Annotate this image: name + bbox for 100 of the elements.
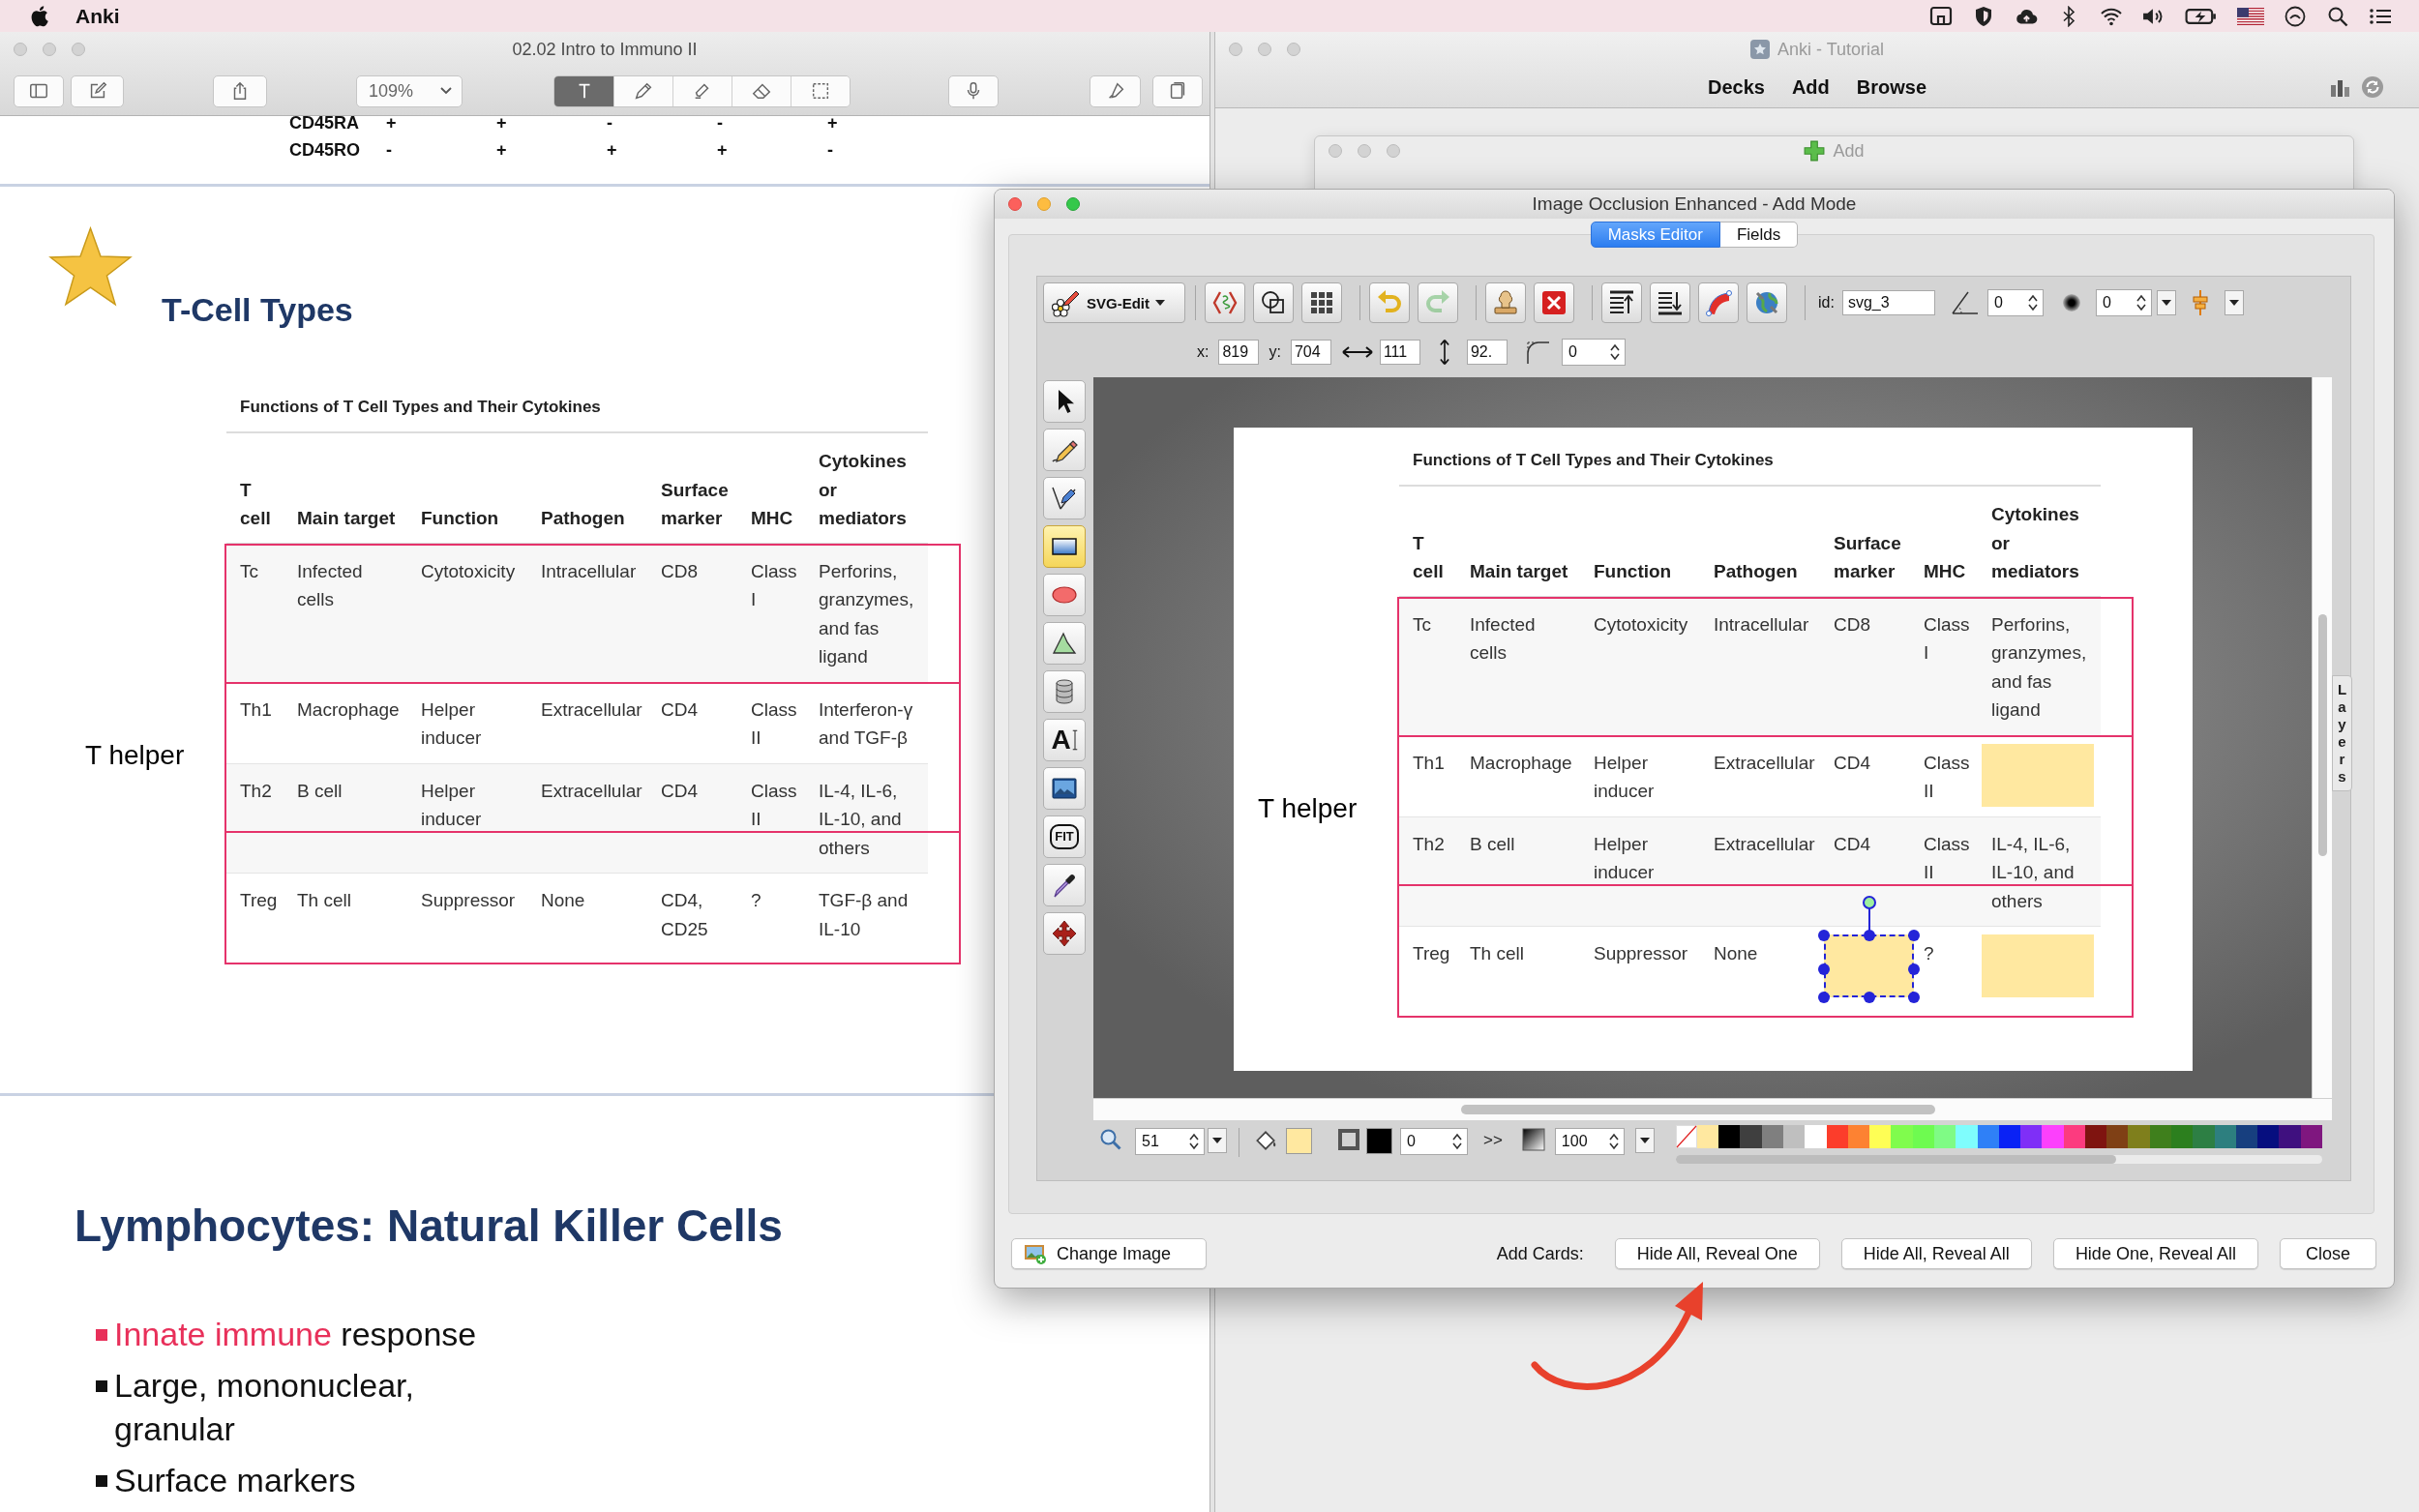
color-swatch[interactable] (2084, 1125, 2107, 1148)
markup-tool[interactable] (732, 75, 791, 106)
dropdown-button[interactable] (2156, 290, 2176, 315)
screen-icon[interactable] (1929, 5, 1953, 27)
stroke-swatch-icon[interactable] (1366, 1128, 1392, 1154)
color-swatch[interactable] (1933, 1125, 1956, 1148)
zoom-dropdown[interactable]: 109% (356, 74, 463, 107)
nav-link[interactable]: Decks (1699, 74, 1773, 101)
scrollbar-thumb[interactable] (1675, 1155, 2116, 1164)
toolbar-button[interactable] (1301, 282, 1342, 323)
text-field[interactable]: 111 (1379, 340, 1420, 365)
scrollbar-thumb[interactable] (1461, 1105, 1935, 1114)
flag-icon[interactable] (2237, 7, 2264, 25)
scrollbar-thumb[interactable] (2318, 614, 2327, 856)
table-cell-text: Tc (1413, 612, 1432, 637)
traffic-light-icon[interactable] (1066, 197, 1080, 211)
number-field[interactable]: 0 (1400, 1128, 1468, 1155)
selection-handles[interactable] (1817, 896, 1921, 1004)
nav-link[interactable]: Add (1783, 74, 1837, 101)
dropdown-button[interactable] (1634, 1128, 1655, 1153)
tab[interactable]: Fields (1719, 222, 1799, 248)
color-swatch[interactable] (1696, 1125, 1719, 1148)
nav-link[interactable]: Browse (1848, 74, 1935, 101)
color-swatch[interactable] (1805, 1125, 1827, 1148)
magnifier-icon[interactable] (1099, 1128, 1122, 1151)
color-swatch[interactable] (2214, 1125, 2236, 1148)
toolbar-button[interactable] (1253, 282, 1294, 323)
color-swatch[interactable] (2063, 1125, 2085, 1148)
table-cell-text: CD4 (661, 697, 699, 722)
stroke-square-icon[interactable] (1337, 1128, 1360, 1151)
sync-icon[interactable] (2361, 75, 2384, 99)
card-button[interactable]: Hide All, Reveal One (1614, 1238, 1820, 1269)
color-swatch[interactable] (2257, 1125, 2280, 1148)
text-field[interactable]: 704 (1290, 340, 1331, 365)
tool-button[interactable] (1043, 429, 1086, 471)
number-field[interactable]: 0 (1561, 339, 1626, 366)
more-toggle[interactable]: >> (1481, 1128, 1505, 1153)
tool-button[interactable] (1043, 912, 1086, 955)
color-swatch[interactable] (1869, 1125, 1892, 1148)
color-swatch[interactable] (2128, 1125, 2150, 1148)
color-swatch[interactable] (2171, 1125, 2194, 1148)
color-swatch[interactable] (1783, 1125, 1806, 1148)
tool-button[interactable] (1043, 525, 1086, 568)
table-cell: - (827, 139, 833, 160)
color-swatch[interactable] (1956, 1125, 1978, 1148)
search-icon[interactable] (2326, 5, 2349, 27)
gradient-square-icon[interactable] (1521, 1128, 1545, 1151)
color-swatch[interactable] (1977, 1125, 1999, 1148)
card-button[interactable]: Hide One, Reveal All (2052, 1238, 2258, 1269)
text-field[interactable]: 819 (1218, 340, 1260, 365)
number-field[interactable]: 100 (1554, 1128, 1625, 1155)
color-swatch[interactable] (2042, 1125, 2064, 1148)
layers-tab[interactable]: Layers (2332, 675, 2352, 791)
number-field[interactable]: 0 (1986, 289, 2044, 316)
markup-tool[interactable] (554, 75, 613, 106)
menu-button[interactable]: SVG-Edit (1043, 282, 1185, 323)
color-swatch[interactable] (2149, 1125, 2172, 1148)
color-swatch[interactable] (1740, 1125, 1762, 1148)
tool-button[interactable] (1043, 622, 1086, 665)
gauge-icon[interactable] (2284, 5, 2307, 27)
color-swatch[interactable] (1826, 1125, 1848, 1148)
color-swatch[interactable] (2300, 1125, 2322, 1148)
color-swatch[interactable] (1847, 1125, 1870, 1148)
close-button[interactable]: Close (2279, 1238, 2376, 1269)
color-swatch[interactable] (1718, 1125, 1741, 1148)
color-swatch[interactable] (2279, 1125, 2301, 1148)
bar-chart-icon[interactable] (2330, 77, 2351, 97)
apple-icon[interactable] (29, 4, 50, 28)
traffic-light-icon[interactable] (1008, 197, 1022, 211)
fill-swatch-icon[interactable] (1286, 1128, 1312, 1154)
number-field[interactable]: 0 (2095, 289, 2152, 316)
tool-button[interactable]: A (1043, 719, 1086, 761)
color-swatch[interactable] (1998, 1125, 2021, 1148)
app-menu[interactable]: Anki (75, 4, 120, 28)
tool-button[interactable]: FIT (1043, 815, 1086, 858)
text-field[interactable]: 92. (1466, 340, 1508, 365)
dropdown-button[interactable] (1208, 1128, 1227, 1153)
no-color-icon[interactable] (1675, 1125, 1697, 1148)
toolbar-button[interactable] (1601, 282, 1642, 323)
markup-tool[interactable] (791, 75, 850, 106)
color-swatch[interactable] (1891, 1125, 1913, 1148)
markup-tool[interactable] (672, 75, 732, 106)
color-swatch[interactable] (2193, 1125, 2215, 1148)
tool-button[interactable] (1043, 380, 1086, 423)
color-swatch[interactable] (2106, 1125, 2129, 1148)
color-swatch[interactable] (1912, 1125, 1934, 1148)
markup-tool[interactable] (613, 75, 672, 106)
tool-button[interactable] (1043, 864, 1086, 906)
number-field[interactable]: 51 (1135, 1128, 1205, 1155)
color-swatch[interactable] (2235, 1125, 2258, 1148)
color-swatch[interactable] (2020, 1125, 2043, 1148)
tool-button[interactable] (1043, 477, 1086, 519)
table-cell-text: Infected cells (1470, 612, 1537, 665)
change-image-button[interactable]: Change Image (1011, 1238, 1207, 1269)
dropdown-button[interactable] (2224, 290, 2244, 315)
card-button[interactable]: Hide All, Reveal All (1840, 1238, 2032, 1269)
color-swatch[interactable] (1761, 1125, 1783, 1148)
tool-button[interactable] (1043, 767, 1086, 810)
toolbar-button[interactable] (1650, 282, 1690, 323)
text-field[interactable]: svg_3 (1841, 290, 1935, 315)
